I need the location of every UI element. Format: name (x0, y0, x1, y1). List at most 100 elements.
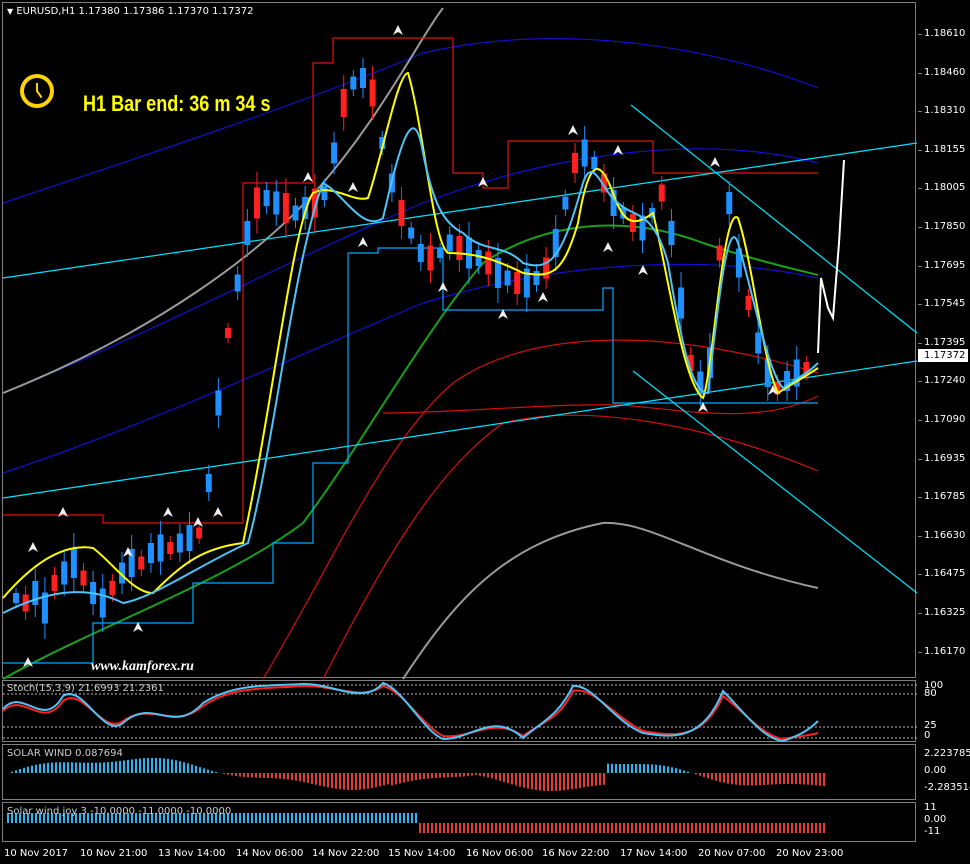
solar-wind-joy-bar (783, 823, 785, 833)
solar-wind-joy-bar (679, 823, 681, 833)
solar-wind-bar (611, 763, 613, 773)
solar-wind-joy-bar (375, 813, 377, 823)
solar-wind-joy-bar (307, 813, 309, 823)
solar-wind-joy-panel[interactable]: Solar wind joy 3 -10.0000 -11.0000 -10.0… (2, 802, 916, 842)
candle-body (157, 534, 164, 562)
solar-wind-bar (563, 773, 565, 791)
solar-wind-bar (751, 773, 753, 786)
solar-wind-bar (395, 773, 397, 785)
solar-wind-bar (75, 762, 77, 773)
solar-wind-bar (303, 773, 305, 783)
candle-body (726, 192, 733, 214)
solar-wind-bar (287, 773, 289, 780)
solar-wind-bar (819, 773, 821, 786)
solar-wind-joy-bar (759, 823, 761, 833)
solar-wind-joy-bar (507, 823, 509, 833)
solar-wind-axis: 2.223785 0.00 -2.283514 (918, 744, 970, 800)
time-axis[interactable]: 10 Nov 2017 10 Nov 21:00 13 Nov 14:00 14 No… (0, 842, 918, 864)
time-tick-label: 10 Nov 21:00 (80, 848, 148, 859)
blue-envelope-upper2 (2, 148, 819, 394)
solar-wind-bar (331, 773, 333, 789)
solar-wind-joy-bar (707, 823, 709, 833)
stochastic-panel[interactable]: Stoch(15,3,9) 21.6993 21.2361 (2, 680, 917, 743)
solar-wind-bar (235, 773, 237, 777)
solar-wind-bar (291, 773, 293, 781)
time-tick-label: 15 Nov 14:00 (388, 848, 456, 859)
solar-wind-joy-bar (563, 823, 565, 833)
solar2-min: -11 (924, 826, 941, 837)
solar-wind-bar (259, 773, 261, 778)
solar-wind-bar (263, 773, 265, 778)
candle-body (340, 89, 347, 117)
solar-wind-joy-bar (711, 823, 713, 833)
solar-wind-bar (439, 773, 441, 778)
candle-body (572, 153, 579, 173)
solar-wind-joy-bar (715, 823, 717, 833)
solar-wind-bar (607, 763, 609, 773)
solar-wind-bar (715, 773, 717, 781)
dropdown-triangle-icon[interactable]: ▼ (7, 7, 13, 16)
solar-wind-bar (775, 773, 777, 785)
solar-wind-bar (135, 758, 137, 773)
solar-wind-joy-bar (703, 823, 705, 833)
solar-wind-bar (767, 773, 769, 785)
solar-wind-bar (615, 763, 617, 773)
red-envelope-2 (322, 414, 819, 680)
candles-group (13, 58, 810, 639)
green-ma (2, 224, 819, 680)
solar-wind-bar (723, 773, 725, 783)
solar-wind-joy-bar (607, 823, 609, 833)
solar-wind-bar (147, 757, 149, 773)
solar-wind-bar (79, 762, 81, 773)
price-tick-label: 1.17240 (924, 375, 966, 387)
solar-wind-bar (27, 766, 29, 773)
solar-wind-joy-bar (243, 813, 245, 823)
candle-body (109, 581, 116, 595)
price-tick (918, 381, 922, 383)
solar-wind-bar (403, 773, 405, 783)
solar-wind-bar (503, 773, 505, 782)
solar-wind-bar (483, 773, 485, 777)
solar-wind-bar (19, 768, 21, 773)
solar-wind-bar (15, 770, 17, 773)
solar-wind-joy-bar (627, 823, 629, 833)
solar-wind-joy-bar (487, 823, 489, 833)
solar-wind-bar (131, 759, 133, 773)
solar-wind-bar (695, 773, 697, 775)
solar-wind-bar (275, 773, 277, 779)
solar-wind-joy-bar (531, 823, 533, 833)
blue-step-channel (3, 247, 818, 664)
price-tick-label: 1.16935 (924, 452, 966, 464)
solar-wind-joy-label: Solar wind joy 3 -10.0000 -11.0000 -10.0… (7, 806, 232, 817)
solar-wind-joy-bar (639, 823, 641, 833)
solar-wind-bar (191, 764, 193, 773)
solar-wind-joy-bar (235, 813, 237, 823)
solar-wind-joy-bar (383, 813, 385, 823)
price-tick (918, 458, 922, 460)
price-tick (918, 420, 922, 421)
symbol-header: ▼ EURUSD,H1 1.17380 1.17386 1.17370 1.17… (7, 6, 253, 17)
price-axis[interactable]: 1.18610 1.18460 1.18310 1.18155 1.18005 1.178… (918, 2, 970, 678)
solar-wind-panel[interactable]: SOLAR WIND 0.087694 (2, 744, 916, 800)
solar-wind-bar (87, 762, 89, 773)
solar-wind-bar (475, 773, 477, 776)
candle-body (629, 214, 636, 232)
solar-wind-bar (739, 773, 741, 786)
stoch-axis: 100 80 25 0 (918, 680, 970, 742)
solar-wind-bar (619, 764, 621, 773)
solar-wind-bar (143, 758, 145, 773)
solar-wind-bar (239, 773, 241, 777)
solar-wind-bar (531, 773, 533, 790)
candle-body (485, 251, 492, 275)
solar-wind-joy-bar (451, 823, 453, 833)
solar-wind-bar (43, 763, 45, 773)
solar-wind-joy-bar (427, 823, 429, 833)
solar-wind-joy-bar (623, 823, 625, 833)
solar-wind-bar (707, 773, 709, 779)
solar-wind-joy-bar (435, 823, 437, 833)
solar-wind-bar (363, 773, 365, 790)
solar-wind-bar (199, 767, 201, 773)
solar-wind-bar (431, 773, 433, 779)
solar1-max: 2.223785 (924, 748, 970, 759)
main-chart-panel[interactable]: ▼ EURUSD,H1 1.17380 1.17386 1.17370 1.17… (2, 2, 918, 680)
